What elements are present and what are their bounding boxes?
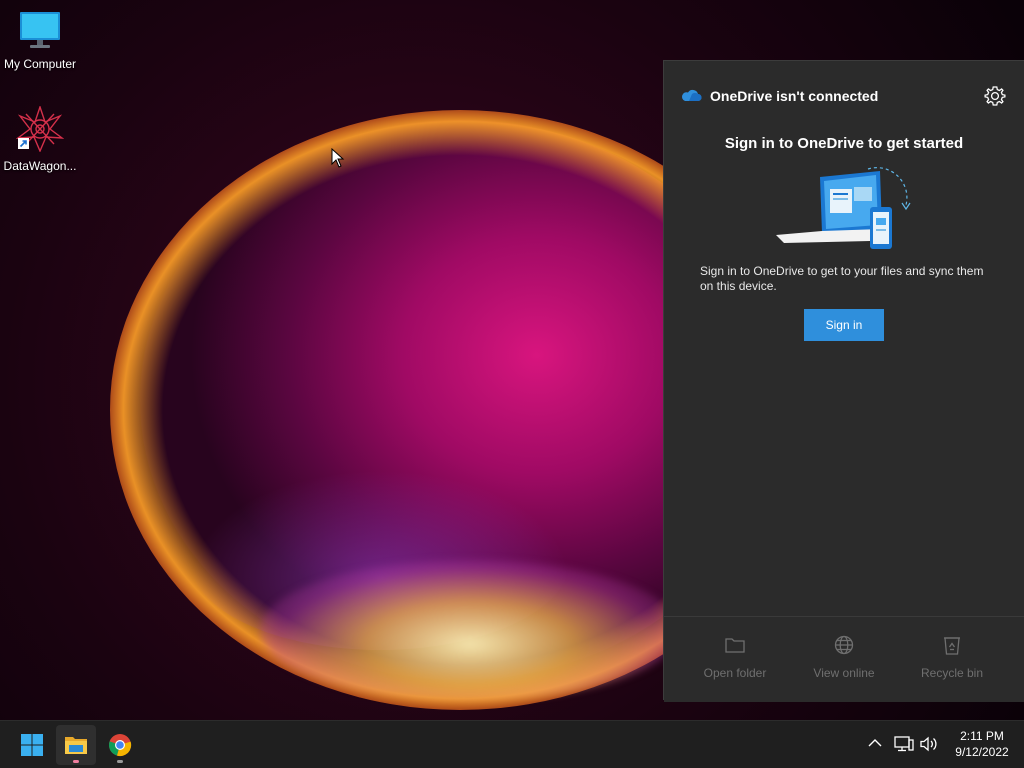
onedrive-flyout: OneDrive isn't connected Sign in to OneD… <box>663 60 1024 702</box>
onedrive-header: OneDrive isn't connected <box>680 85 1008 107</box>
recycle-bin-button[interactable]: Recycle bin <box>898 635 1006 680</box>
recycle-bin-icon <box>944 637 960 655</box>
network-icon[interactable] <box>894 735 914 753</box>
clock-date: 9/12/2022 <box>955 745 1009 759</box>
start-button[interactable] <box>12 725 52 765</box>
recycle-bin-label: Recycle bin <box>920 666 984 680</box>
settings-gear-icon[interactable] <box>984 85 1006 107</box>
monitor-icon <box>20 12 60 48</box>
chevron-up-icon[interactable] <box>867 735 883 751</box>
wallpaper-light-glow <box>260 560 680 700</box>
taskbar: 2:11 PM 9/12/2022 <box>0 720 1024 768</box>
running-indicator <box>73 760 79 763</box>
volume-icon[interactable] <box>919 735 939 753</box>
mouse-cursor-icon <box>331 148 345 168</box>
file-explorer-button[interactable] <box>56 725 96 765</box>
desktop-icon-label: My Computer <box>3 57 77 71</box>
globe-icon <box>834 635 854 655</box>
view-online-label: View online <box>813 666 875 680</box>
chrome-icon <box>108 734 132 757</box>
folder-icon <box>725 638 745 653</box>
desktop-icon-datawagon[interactable]: DataWagon... <box>0 104 80 173</box>
laptop-phone-illustration <box>776 167 911 249</box>
desktop-icon-my-computer[interactable]: My Computer <box>0 10 80 71</box>
clock-time: 2:11 PM <box>960 729 1004 743</box>
view-online-button[interactable]: View online <box>790 635 898 680</box>
onedrive-description: Sign in to OneDrive to get to your files… <box>700 264 984 293</box>
open-folder-button[interactable]: Open folder <box>681 635 789 680</box>
onedrive-title: OneDrive isn't connected <box>710 88 879 104</box>
chrome-button[interactable] <box>100 725 140 765</box>
onedrive-footer: Open folder View online Recycle bin <box>664 616 1024 702</box>
running-indicator <box>117 760 123 763</box>
desktop-icon-label: DataWagon... <box>3 159 77 173</box>
file-explorer-icon <box>65 737 87 754</box>
datawagon-shortcut-icon <box>15 104 65 153</box>
windows-logo-icon <box>21 734 43 756</box>
sign-in-button[interactable]: Sign in <box>804 309 884 341</box>
clock[interactable]: 2:11 PM 9/12/2022 <box>944 728 1020 760</box>
open-folder-label: Open folder <box>703 666 767 680</box>
onedrive-cloud-icon <box>681 89 702 101</box>
onedrive-heading: Sign in to OneDrive to get started <box>724 135 964 152</box>
